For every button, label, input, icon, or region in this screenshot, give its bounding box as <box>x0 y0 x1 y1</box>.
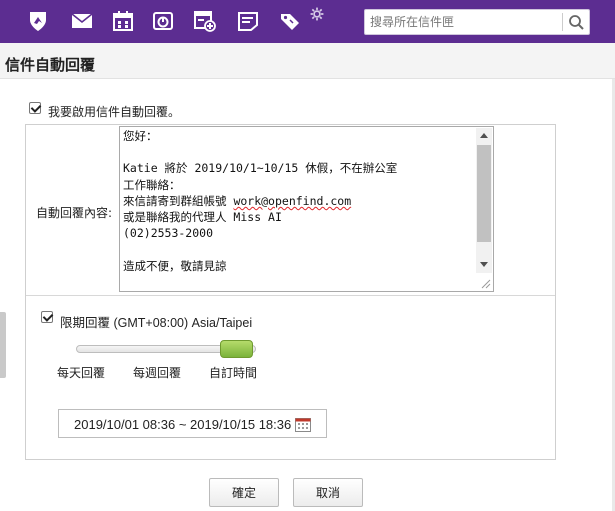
page-title: 信件自動回覆 <box>5 56 96 74</box>
date-range-text: 2019/10/01 08:36 ~ 2019/10/15 18:36 <box>74 417 292 432</box>
enable-autoreply-label: 我要啟用信件自動回覆。 <box>48 105 181 119</box>
textarea-scrollbar[interactable] <box>476 128 492 273</box>
tag-icon[interactable] <box>278 9 302 33</box>
date-range-field[interactable]: 2019/10/01 08:36 ~ 2019/10/15 18:36 <box>58 409 327 438</box>
notes-icon[interactable] <box>236 9 260 33</box>
option-custom-label[interactable]: 自訂時間 <box>209 364 257 381</box>
disk-icon[interactable] <box>151 9 175 33</box>
gear-icon[interactable] <box>310 7 324 21</box>
search-divider <box>562 13 563 31</box>
cancel-button[interactable]: 取消 <box>293 478 363 507</box>
scroll-up-icon[interactable] <box>480 133 488 138</box>
reply-content-text[interactable]: 您好： Katie 將於 2019/10/1~10/15 休假，不在辦公室 工作… <box>123 128 475 274</box>
period-reply-label: 限期回覆 (GMT+08:00) Asia/Taipei <box>60 312 252 331</box>
home-shield-icon[interactable] <box>26 9 50 33</box>
period-reply-checkbox[interactable] <box>41 311 53 323</box>
calendar-icon[interactable] <box>111 9 135 33</box>
calendar-picker-icon[interactable] <box>295 417 311 432</box>
reply-line: Katie 將於 2019/10/1~10/15 休假，不在辦公室 <box>123 161 398 176</box>
search-icon[interactable] <box>564 10 590 34</box>
reply-line: 造成不便，敬請見諒 <box>123 258 227 273</box>
reply-line: 您好： <box>123 129 158 143</box>
ok-button[interactable]: 確定 <box>209 478 279 507</box>
reply-line-email: 來信請寄到群組帳號 work@openfind.com <box>123 193 352 208</box>
mail-icon[interactable] <box>70 9 94 33</box>
timezone-text: (GMT+08:00) Asia/Taipei <box>113 316 253 330</box>
search-input[interactable] <box>365 10 561 34</box>
reply-line: 工作聯絡： <box>123 177 181 192</box>
reply-content-label: 自動回覆內容: <box>36 206 113 220</box>
reply-line: (02)2553-2000 <box>123 226 214 241</box>
email-address: work@openfind.com <box>233 193 352 208</box>
resize-grip-icon[interactable] <box>479 277 491 289</box>
compose-calendar-icon[interactable] <box>193 9 217 33</box>
top-toolbar <box>0 0 615 43</box>
sidebar-toggle-handle[interactable] <box>0 312 6 378</box>
reply-line: 或是聯絡我的代理人 Miss AI <box>123 210 282 225</box>
reply-frequency-slider-thumb[interactable] <box>220 340 253 358</box>
panel-divider <box>26 295 555 296</box>
reply-content-textarea[interactable]: 您好： Katie 將於 2019/10/1~10/15 休假，不在辦公室 工作… <box>119 126 494 292</box>
search-box <box>364 9 590 35</box>
option-weekly-label[interactable]: 每週回覆 <box>133 364 181 381</box>
option-daily-label[interactable]: 每天回覆 <box>57 364 105 381</box>
scrollbar-thumb[interactable] <box>477 145 491 242</box>
scroll-down-icon[interactable] <box>480 262 488 267</box>
period-reply-prefix: 限期回覆 <box>60 316 111 330</box>
enable-autoreply-checkbox[interactable] <box>29 102 41 114</box>
page-header: 信件自動回覆 <box>0 43 615 79</box>
